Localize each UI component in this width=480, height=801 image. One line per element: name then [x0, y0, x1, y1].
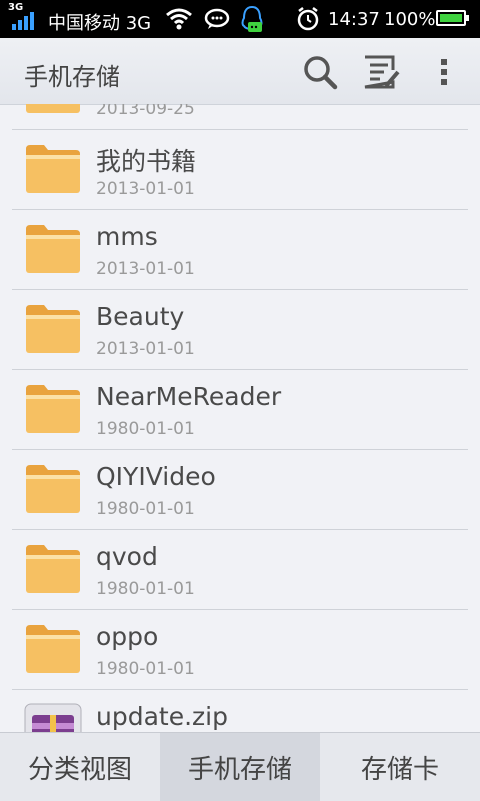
folder-icon: [26, 385, 80, 433]
file-date: 1980-01-01: [96, 579, 195, 599]
file-date: 2013-01-01: [96, 259, 195, 279]
list-item[interactable]: 我的书籍 2013-01-01: [12, 130, 468, 210]
file-name: qvod: [96, 542, 158, 571]
folder-icon: [26, 625, 80, 673]
tab-phone-storage[interactable]: 手机存储: [160, 733, 320, 801]
folder-icon: [26, 104, 80, 113]
wifi-icon: [166, 8, 192, 30]
file-name: Beauty: [96, 302, 185, 331]
folder-icon: [26, 545, 80, 593]
file-name: mms: [96, 222, 158, 251]
list-item[interactable]: QIYIVideo 1980-01-01: [12, 450, 468, 530]
overflow-menu-icon[interactable]: [436, 54, 452, 90]
page-title: 手机存储: [24, 63, 120, 91]
list-item[interactable]: Beauty 2013-01-01: [12, 290, 468, 370]
file-name: NearMeReader: [96, 382, 282, 411]
action-bar: 手机存储: [0, 38, 480, 105]
list-item[interactable]: NearMeReader 1980-01-01: [12, 370, 468, 450]
file-name: oppo: [96, 622, 159, 651]
file-date: 1980-01-01: [96, 419, 195, 439]
file-date: 1980-01-01: [96, 659, 195, 679]
qq-notification-icon: [241, 5, 263, 32]
alarm-icon: [297, 7, 319, 31]
folder-icon: [26, 225, 80, 273]
folder-icon: [26, 305, 80, 353]
file-date: 2013-01-01: [96, 179, 195, 199]
edit-list-icon[interactable]: [362, 54, 402, 90]
list-item[interactable]: 2013-09-25: [12, 104, 468, 130]
bottom-tab-bar: 分类视图 手机存储 存储卡: [0, 732, 480, 801]
search-icon[interactable]: [302, 54, 338, 90]
signal-icon: 3G: [8, 2, 40, 30]
file-date: 1980-01-01: [96, 499, 195, 519]
tab-category-view[interactable]: 分类视图: [0, 733, 160, 801]
folder-icon: [26, 465, 80, 513]
file-name: update.zip: [96, 702, 228, 731]
file-name: QIYIVideo: [96, 462, 216, 491]
list-item[interactable]: update.zip: [12, 690, 468, 732]
file-date: 2013-01-01: [96, 339, 195, 359]
folder-icon: [26, 145, 80, 193]
status-bar: 3G 中国移动 3G 14:37 100%: [0, 0, 480, 38]
list-item[interactable]: mms 2013-01-01: [12, 210, 468, 290]
file-list: 2013-09-25 我的书籍 2013-01-01 mms 2013-01-0…: [12, 104, 468, 732]
tab-sd-card[interactable]: 存储卡: [320, 733, 480, 801]
file-name: 我的书籍: [96, 147, 197, 176]
archive-zip-icon: [24, 703, 82, 732]
battery-icon: [436, 10, 469, 26]
list-item[interactable]: oppo 1980-01-01: [12, 610, 468, 690]
file-date: 2013-09-25: [96, 104, 195, 119]
clock-label: 14:37: [328, 9, 380, 30]
carrier-label: 中国移动 3G: [48, 13, 152, 34]
list-item[interactable]: qvod 1980-01-01: [12, 530, 468, 610]
chat-notification-icon: [204, 8, 230, 29]
battery-percent-label: 100%: [384, 9, 436, 30]
